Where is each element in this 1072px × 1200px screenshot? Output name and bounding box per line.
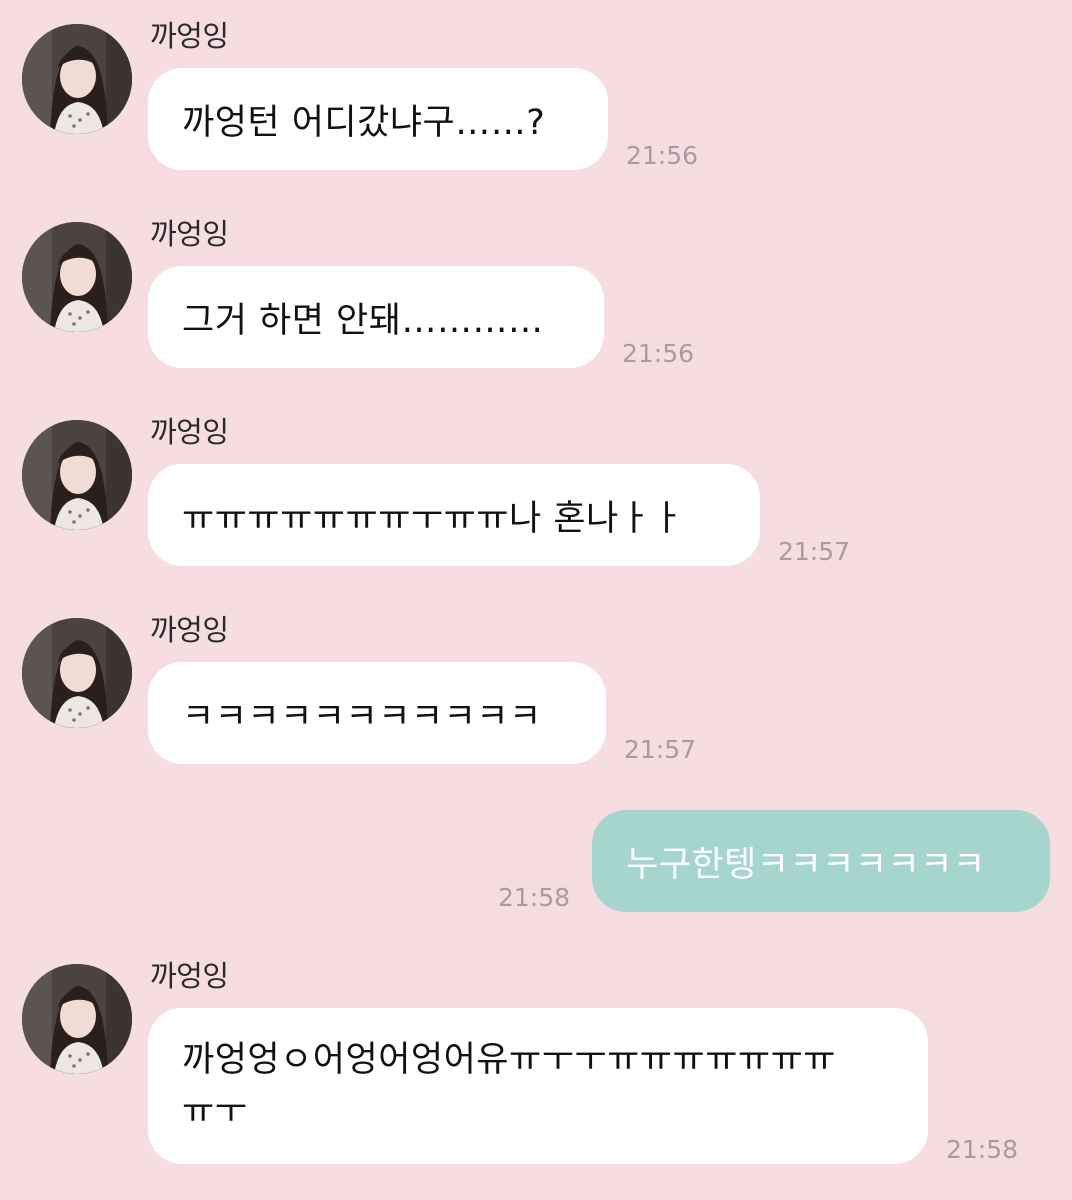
message-text: 그거 하면 안돼………… bbox=[182, 300, 544, 341]
message-text: ㅠㅠㅠㅠㅠㅠㅠㅜㅠㅠ나 혼나ㅏㅏ bbox=[182, 498, 685, 539]
message-text: 누구한텡ㅋㅋㅋㅋㅋㅋㅋ bbox=[626, 844, 986, 885]
message-text: ㅋㅋㅋㅋㅋㅋㅋㅋㅋㅋㅋ bbox=[182, 696, 542, 737]
message-text: 까엉턴 어디갔냐구……? bbox=[182, 102, 546, 143]
avatar[interactable] bbox=[22, 222, 132, 332]
sender-name: 까엉잉 bbox=[150, 415, 229, 449]
message-text-line: 까엉엉ㅇ어엉어엉어유ㅠㅜㅜㅠㅠㅠㅠㅠㅠㅠ bbox=[182, 1040, 837, 1080]
message-bubble[interactable]: 그거 하면 안돼………… bbox=[148, 266, 604, 368]
message-text-line: ㅠㅜ bbox=[182, 1092, 248, 1132]
message-bubble[interactable]: 까엉턴 어디갔냐구……? bbox=[148, 68, 608, 170]
message-timestamp: 21:58 bbox=[498, 883, 571, 912]
sender-name: 까엉잉 bbox=[150, 613, 229, 647]
avatar[interactable] bbox=[22, 24, 132, 134]
message-timestamp: 21:56 bbox=[626, 141, 699, 170]
message-timestamp: 21:57 bbox=[624, 735, 697, 764]
avatar[interactable] bbox=[22, 420, 132, 530]
avatar[interactable] bbox=[22, 618, 132, 728]
message-bubble-outgoing[interactable]: 누구한텡ㅋㅋㅋㅋㅋㅋㅋ bbox=[592, 810, 1050, 912]
message-timestamp: 21:58 bbox=[946, 1135, 1019, 1164]
sender-name: 까엉잉 bbox=[150, 19, 229, 53]
sender-name: 까엉잉 bbox=[150, 959, 229, 993]
message-timestamp: 21:56 bbox=[622, 339, 695, 368]
message-bubble[interactable]: ㅋㅋㅋㅋㅋㅋㅋㅋㅋㅋㅋ bbox=[148, 662, 606, 764]
message-timestamp: 21:57 bbox=[778, 537, 851, 566]
message-bubble[interactable]: 까엉엉ㅇ어엉어엉어유ㅠㅜㅜㅠㅠㅠㅠㅠㅠㅠ ㅠㅜ bbox=[148, 1008, 928, 1164]
avatar[interactable] bbox=[22, 964, 132, 1074]
message-bubble[interactable]: ㅠㅠㅠㅠㅠㅠㅠㅜㅠㅠ나 혼나ㅏㅏ bbox=[148, 464, 760, 566]
sender-name: 까엉잉 bbox=[150, 217, 229, 251]
